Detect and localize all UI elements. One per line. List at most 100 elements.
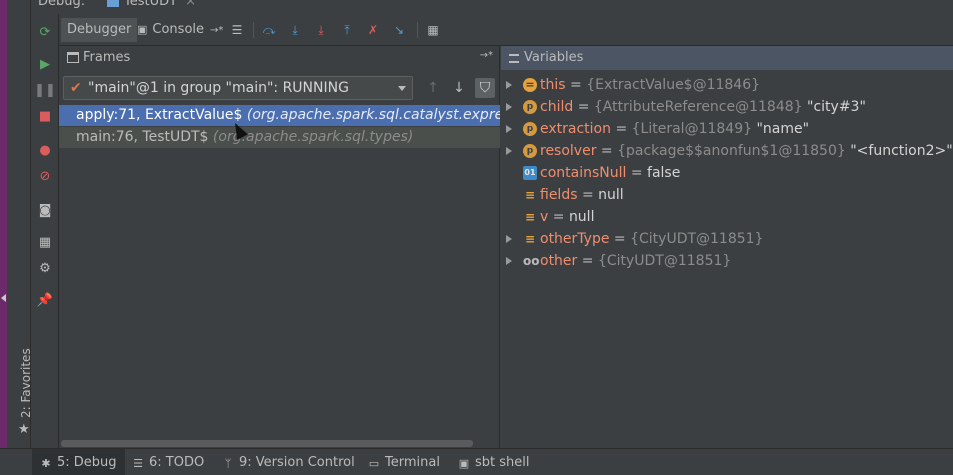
- restore-layout-icon[interactable]: →*: [480, 50, 493, 61]
- variable-row[interactable]: p child = {AttributeReference@11848} "ci…: [501, 96, 953, 118]
- variable-type: {AttributeReference@11848}: [593, 99, 803, 115]
- variable-value: "<function2>": [850, 143, 953, 159]
- drop-frame-icon[interactable]: ✗: [365, 22, 381, 38]
- tool-tab-debug[interactable]: ✱ 5: Debug: [32, 449, 125, 475]
- mute-breakpoints-icon[interactable]: ⊘: [37, 168, 53, 184]
- expand-arrow-icon[interactable]: [506, 257, 512, 265]
- local-variable-icon: ≡: [524, 232, 536, 246]
- variable-type: {CityUDT@11851}: [597, 253, 732, 269]
- tool-tab-todo[interactable]: ☰ 6: TODO: [124, 449, 212, 475]
- resume-icon[interactable]: ▶: [37, 56, 53, 72]
- variable-equals: =: [581, 253, 594, 269]
- filter-icon[interactable]: ⛉: [475, 78, 495, 98]
- variable-value: "name": [756, 121, 810, 137]
- show-execution-point-icon[interactable]: ☰: [229, 22, 245, 38]
- expand-arrow-icon[interactable]: [506, 81, 512, 89]
- toolbar-separator: [417, 22, 418, 38]
- run-to-cursor-icon[interactable]: ↘: [391, 22, 407, 38]
- thread-selector-value: "main"@1 in group "main": RUNNING: [88, 80, 349, 96]
- variable-row[interactable]: oo other = {CityUDT@11851}: [501, 250, 953, 272]
- left-window-edge: [0, 0, 7, 448]
- bug-icon: ✱: [41, 457, 51, 470]
- close-icon[interactable]: ×: [185, 0, 196, 9]
- debug-side-toolbar: ⟳ ▶ ❚❚ ■ ● ⊘ ◙ ▦ ⚙ 📌: [31, 14, 59, 448]
- expand-arrow-icon[interactable]: [506, 147, 512, 155]
- tool-tab-terminal[interactable]: ▭ Terminal: [360, 449, 448, 475]
- variable-name: containsNull: [540, 165, 627, 181]
- tab-debugger[interactable]: Debugger: [61, 18, 138, 42]
- tool-tab-label: sbt shell: [475, 455, 530, 470]
- run-config-icon: [107, 0, 119, 7]
- parameter-icon: p: [523, 144, 537, 158]
- expand-arrow-icon[interactable]: [506, 125, 512, 133]
- branch-icon: ᛘ: [224, 457, 232, 470]
- tool-tab-label: 9: Version Control: [239, 455, 355, 470]
- thread-selector[interactable]: ✔ "main"@1 in group "main": RUNNING: [63, 76, 413, 100]
- variable-value: null: [598, 187, 624, 203]
- chevron-down-icon: [398, 86, 406, 91]
- watch-icon: oo: [523, 254, 540, 268]
- variable-row[interactable]: p resolver = {package$$anonfun$1@11850} …: [501, 140, 953, 162]
- variable-equals: =: [615, 121, 628, 137]
- equals-icon: =: [523, 78, 537, 92]
- variable-row[interactable]: ≡ v = null: [501, 206, 953, 228]
- variable-row[interactable]: p extraction = {Literal@11849} "name": [501, 118, 953, 140]
- variable-name: fields: [540, 187, 578, 203]
- frames-title: Frames: [83, 50, 131, 65]
- variables-panel: Variables = this = {ExtractValue$@11846}…: [501, 46, 953, 448]
- step-over-icon[interactable]: ⤼: [261, 22, 277, 38]
- arrow-down-icon[interactable]: ↓: [449, 78, 469, 98]
- step-out-icon[interactable]: ⤒: [339, 22, 355, 38]
- view-breakpoints-icon[interactable]: ●: [37, 142, 53, 158]
- collapse-arrow-icon[interactable]: [1, 294, 6, 302]
- frame-row[interactable]: main:76, TestUDT$ (org.apache.spark.sql.…: [59, 127, 500, 148]
- debug-window-header: Debug: TestUDT ×: [31, 0, 953, 14]
- expand-arrow-icon[interactable]: [506, 235, 512, 243]
- variable-equals: =: [581, 187, 594, 203]
- variable-equals: =: [600, 143, 613, 159]
- variable-value: "city#3": [807, 99, 866, 115]
- local-variable-icon: ≡: [524, 210, 536, 224]
- pin-icon[interactable]: 📌: [37, 292, 53, 308]
- frames-panel: Frames →* ✔ "main"@1 in group "main": RU…: [59, 46, 500, 448]
- expand-arrow-icon[interactable]: [506, 103, 512, 111]
- variable-name: this: [540, 77, 566, 93]
- tool-tab-version-control[interactable]: ᛘ 9: Version Control: [214, 449, 363, 475]
- stop-icon[interactable]: ■: [37, 108, 53, 124]
- variable-value: null: [568, 209, 595, 225]
- variable-row[interactable]: = this = {ExtractValue$@11846}: [501, 74, 953, 96]
- frame-row[interactable]: apply:71, ExtractValue$ (org.apache.spar…: [59, 105, 500, 126]
- variables-header: Variables: [501, 46, 953, 70]
- variable-row[interactable]: ≡ fields = null: [501, 184, 953, 206]
- tool-tab-label: Terminal: [385, 455, 440, 470]
- step-into-icon[interactable]: ⤓: [287, 22, 303, 38]
- rerun-icon[interactable]: ⟳: [37, 24, 53, 40]
- variable-name: child: [540, 99, 574, 115]
- parameter-icon: p: [523, 100, 537, 114]
- variable-equals: =: [552, 209, 565, 225]
- tool-window-bar: ✱ 5: Debug ☰ 6: TODO ᛘ 9: Version Control ▭…: [0, 448, 953, 475]
- evaluate-expression-icon[interactable]: ▦: [425, 22, 441, 38]
- variable-name: otherType: [540, 231, 610, 247]
- boolean-field-icon: 01: [523, 166, 537, 180]
- variable-row[interactable]: 01 containsNull = false: [501, 162, 953, 184]
- arrow-up-icon[interactable]: ↑: [423, 78, 443, 98]
- gear-icon[interactable]: ⚙: [37, 260, 53, 276]
- check-icon: ✔: [70, 80, 82, 96]
- camera-icon[interactable]: ◙: [37, 202, 53, 218]
- tool-tab-label: 5: Debug: [57, 455, 117, 470]
- variable-name: v: [540, 209, 549, 225]
- horizontal-scrollbar[interactable]: [61, 440, 473, 447]
- sbt-shell-icon: ▣: [458, 457, 470, 470]
- frame-method: main:76, TestUDT$: [76, 129, 209, 145]
- variables-title: Variables: [524, 50, 584, 65]
- variable-row[interactable]: ≡ otherType = {CityUDT@11851}: [501, 228, 953, 250]
- tool-tab-sbt-shell[interactable]: ▣ sbt shell: [450, 449, 538, 475]
- run-config-tab[interactable]: TestUDT ×: [107, 0, 196, 9]
- star-icon[interactable]: ★: [18, 422, 30, 437]
- force-step-into-icon[interactable]: ⤓: [313, 22, 329, 38]
- variable-equals: =: [630, 165, 643, 181]
- pause-icon[interactable]: ❚❚: [34, 82, 56, 98]
- tab-console[interactable]: ▣ Console →*: [131, 18, 229, 42]
- layout-icon[interactable]: ▦: [37, 234, 53, 250]
